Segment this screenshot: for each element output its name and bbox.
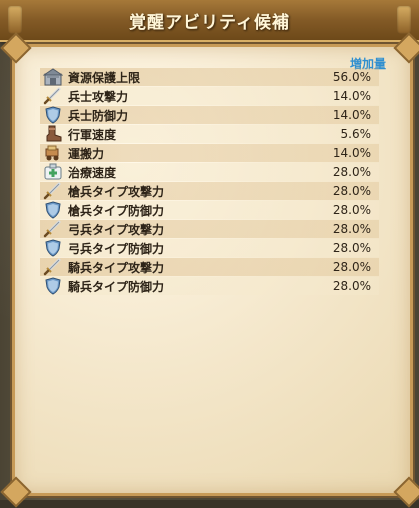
ability-label: 治療速度 [68, 165, 117, 180]
ability-value: 14.0% [332, 89, 371, 103]
ability-label: 槍兵タイプ防御力 [68, 203, 165, 218]
ability-row: 兵士防御力 14.0% [40, 106, 379, 124]
ability-row: 資源保護上限 56.0% [40, 68, 379, 86]
ability-row: 騎兵タイプ防御力 28.0% [40, 277, 379, 295]
ability-label: 行軍速度 [68, 127, 117, 142]
warehouse-icon [42, 67, 64, 87]
ability-value: 14.0% [332, 108, 371, 122]
ability-value: 56.0% [332, 70, 371, 84]
sword-icon [42, 219, 64, 239]
ability-value: 28.0% [332, 260, 371, 274]
boot-icon [42, 124, 64, 144]
ability-row: 弓兵タイプ攻撃力 28.0% [40, 220, 379, 238]
ability-value: 5.6% [340, 127, 372, 141]
ability-label: 騎兵タイプ防御力 [68, 279, 165, 294]
ability-row: 行軍速度 5.6% [40, 125, 379, 143]
title-banner: 覚醒アビリティ候補 [0, 0, 419, 42]
ability-row: 弓兵タイプ防御力 28.0% [40, 239, 379, 257]
shield-icon [42, 276, 64, 296]
cart-icon [42, 143, 64, 163]
first-aid-icon [42, 162, 64, 182]
shield-icon [42, 200, 64, 220]
shield-icon [42, 105, 64, 125]
ability-label: 弓兵タイプ攻撃力 [68, 222, 165, 237]
ability-value: 28.0% [332, 184, 371, 198]
ability-value: 28.0% [332, 165, 371, 179]
ability-value: 14.0% [332, 146, 371, 160]
ability-label: 騎兵タイプ攻撃力 [68, 260, 165, 275]
page-title: 覚醒アビリティ候補 [129, 13, 290, 33]
sword-icon [42, 181, 64, 201]
ability-list: 資源保護上限 56.0% 兵士攻撃力 14.0% 兵士防御力 14.0% 行軍速… [40, 68, 379, 296]
ability-row: 槍兵タイプ攻撃力 28.0% [40, 182, 379, 200]
ability-value: 28.0% [332, 279, 371, 293]
sword-icon [42, 257, 64, 277]
ability-value: 28.0% [332, 222, 371, 236]
shield-icon [42, 238, 64, 258]
ability-row: 治療速度 28.0% [40, 163, 379, 181]
ability-value: 28.0% [332, 203, 371, 217]
ability-label: 運搬力 [68, 146, 105, 161]
ability-label: 資源保護上限 [68, 70, 141, 85]
sword-icon [42, 86, 64, 106]
ability-label: 兵士攻撃力 [68, 89, 129, 104]
ability-row: 騎兵タイプ攻撃力 28.0% [40, 258, 379, 276]
ability-value: 28.0% [332, 241, 371, 255]
ability-row: 兵士攻撃力 14.0% [40, 87, 379, 105]
ability-label: 槍兵タイプ攻撃力 [68, 184, 165, 199]
ability-row: 槍兵タイプ防御力 28.0% [40, 201, 379, 219]
ability-row: 運搬力 14.0% [40, 144, 379, 162]
ability-label: 弓兵タイプ防御力 [68, 241, 165, 256]
ability-label: 兵士防御力 [68, 108, 129, 123]
